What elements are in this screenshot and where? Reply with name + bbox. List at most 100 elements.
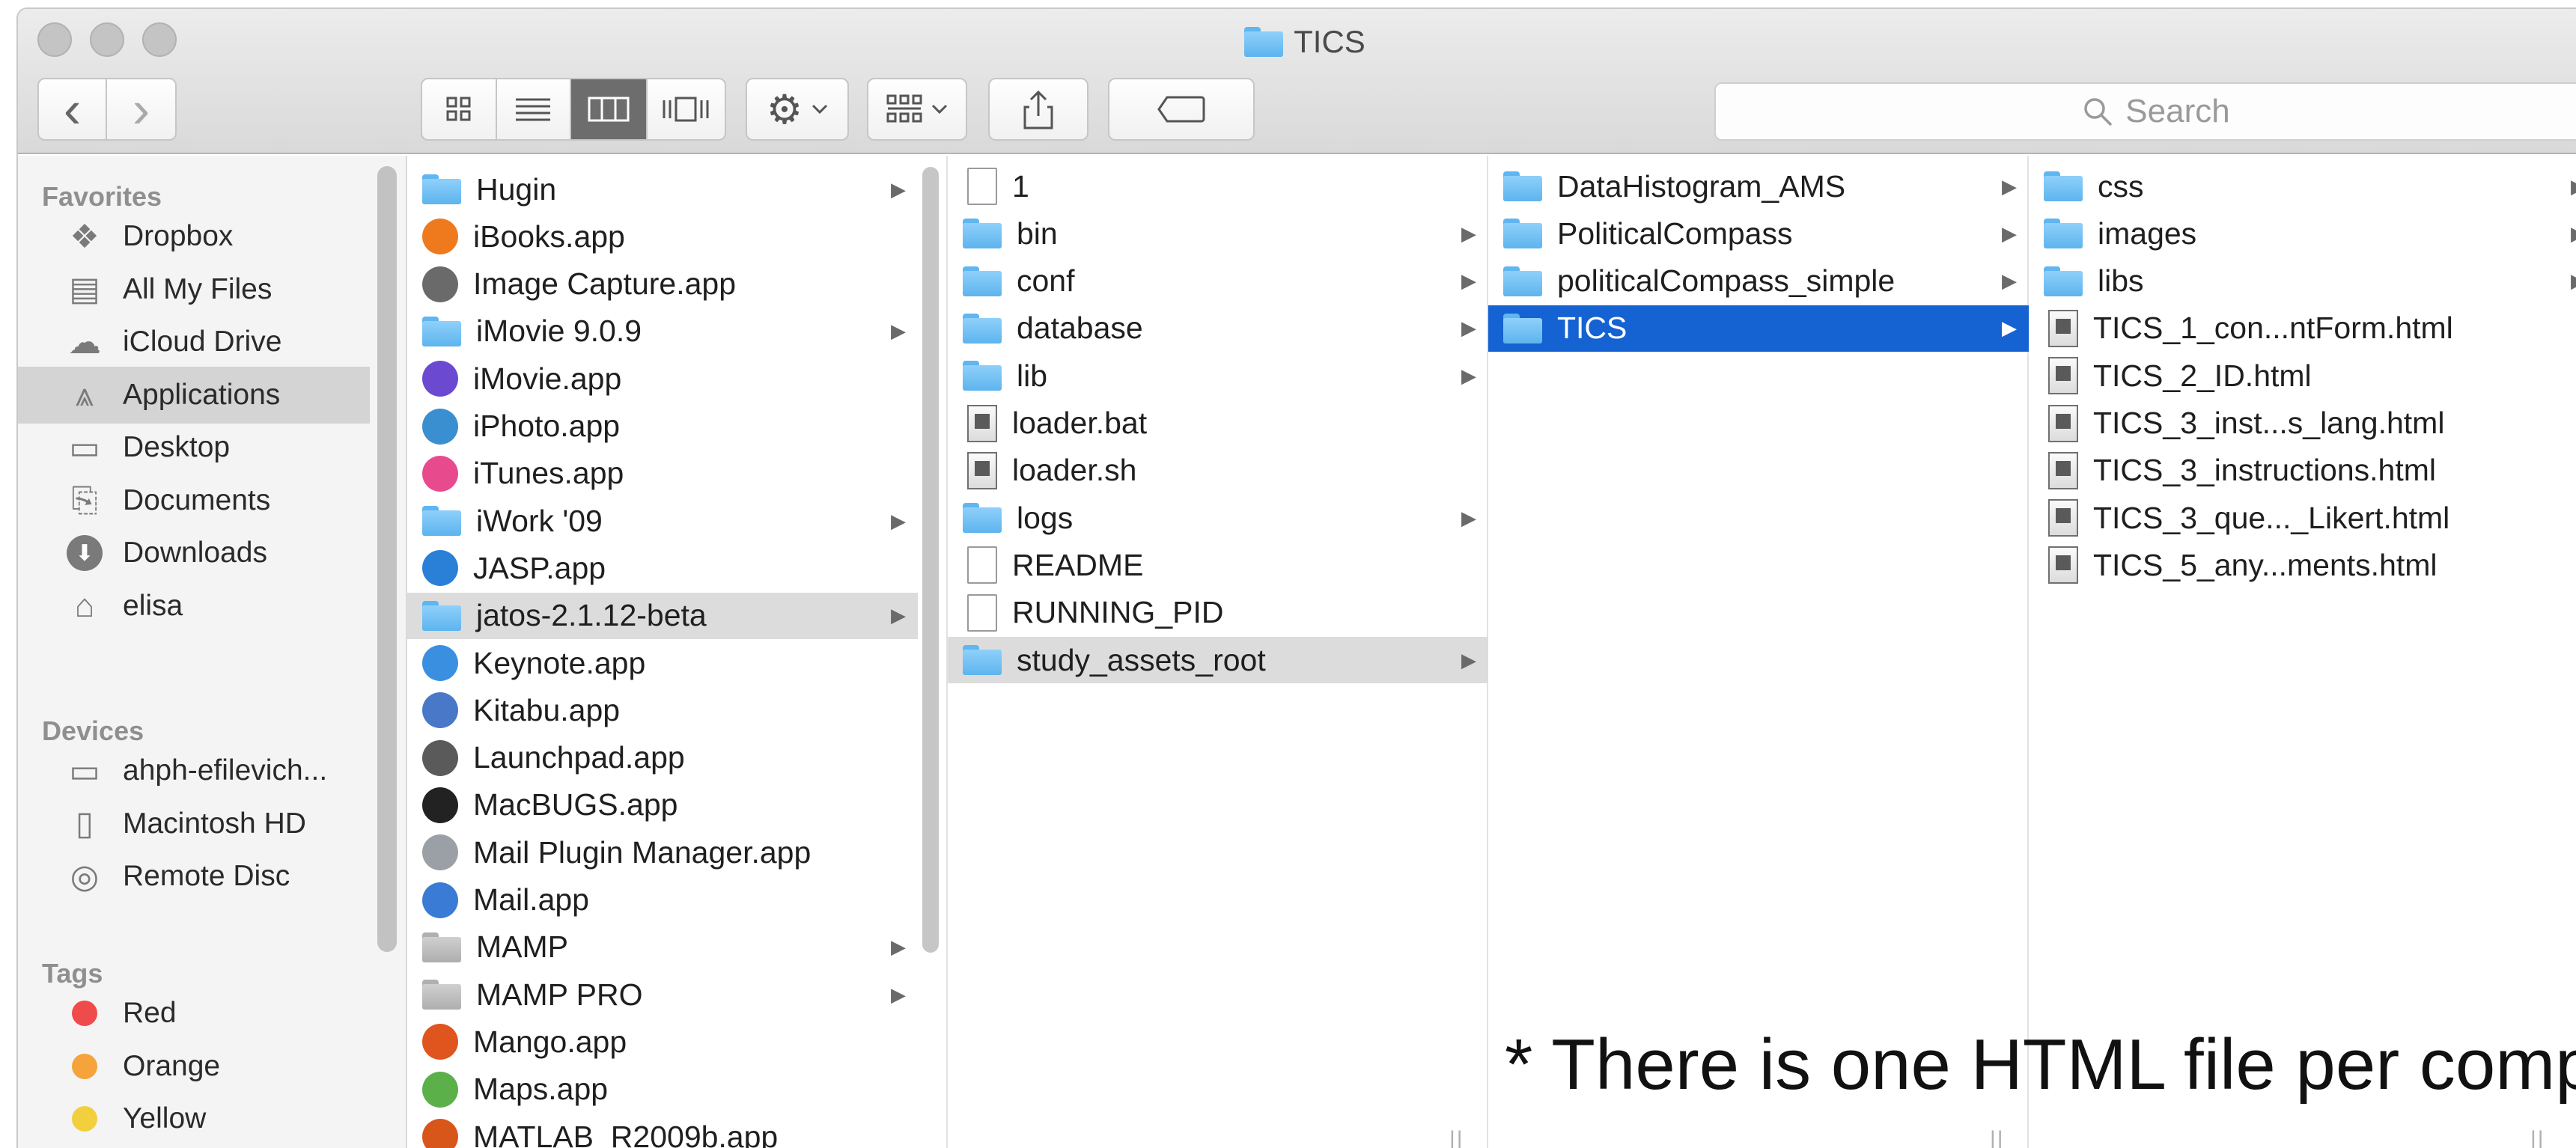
column-jatos: || 1 bin ▶ conf ▶ database ▶ lib ▶ loader.bat load… (948, 156, 1488, 1148)
file-row-mail-plugin-manager-app[interactable]: Mail Plugin Manager.app (407, 829, 918, 876)
sidebar-item-remote-disc[interactable]: ◎ Remote Disc (18, 848, 370, 905)
action-menu-button[interactable]: ⚙ (746, 78, 849, 141)
file-row-jatos-2-1-12-beta[interactable]: jatos-2.1.12-beta ▶ (407, 592, 918, 639)
file-row-macbugs-app[interactable]: MacBUGS.app (407, 782, 918, 828)
file-row-politicalcompass[interactable]: PoliticalCompass ▶ (1488, 210, 2029, 257)
sidebar-item-macintosh-hd[interactable]: ▯ Macintosh HD (18, 796, 370, 852)
file-name-label: MacBUGS.app (473, 787, 678, 822)
chevron-left-icon: ‹ (63, 80, 82, 138)
file-row-jasp-app[interactable]: JASP.app (407, 545, 918, 591)
file-row-datahistogram-ams[interactable]: DataHistogram_AMS ▶ (1488, 163, 2029, 210)
file-row-tics-3-inst-s-lang-html[interactable]: TICS_3_inst...s_lang.html (2029, 400, 2576, 447)
sidebar-item-label: Applications (123, 378, 281, 411)
file-row-matlab-r2009b-app[interactable]: MATLAB_R2009b.app (407, 1114, 918, 1148)
sidebar-item-documents[interactable]: ⎘ Documents (18, 472, 370, 529)
file-row-images[interactable]: images ▶ (2029, 210, 2576, 257)
file-row-lib[interactable]: lib ▶ (948, 352, 1488, 399)
folder-icon (963, 361, 1002, 391)
sidebar-item-red[interactable]: Red (18, 985, 370, 1042)
column-applications: Hugin ▶ iBooks.app Image Capture.app iMovie … (407, 156, 948, 1148)
file-row-mail-app[interactable]: Mail.app (407, 877, 918, 923)
folder-icon (422, 980, 461, 1010)
file-row-conf[interactable]: conf ▶ (948, 258, 1488, 305)
column-view-button[interactable] (571, 79, 648, 139)
file-row-libs[interactable]: libs ▶ (2029, 258, 2576, 305)
sidebar-item-dropbox[interactable]: ❖ Dropbox (18, 208, 370, 265)
file-row-keynote-app[interactable]: Keynote.app (407, 640, 918, 686)
file-row-kitabu-app[interactable]: Kitabu.app (407, 687, 918, 733)
sidebar-item-elisa[interactable]: ⌂ elisa (18, 578, 370, 635)
application-icon (422, 692, 458, 729)
sidebar-item-yellow[interactable]: Yellow (18, 1090, 370, 1147)
folder-icon (2044, 219, 2083, 249)
cover-flow-button[interactable] (648, 79, 725, 139)
file-row-mamp[interactable]: MAMP ▶ (407, 924, 918, 971)
file-row-tics[interactable]: TICS ▶ (1488, 305, 2029, 352)
disclosure-arrow-icon: ▶ (2002, 222, 2017, 245)
back-button[interactable]: ‹ (39, 79, 108, 139)
sidebar-item-ahph-efilevich[interactable]: ▭ ahph-efilevich... (18, 742, 370, 799)
file-row-loader-sh[interactable]: loader.sh (948, 448, 1488, 494)
home-icon: ⌂ (74, 587, 95, 624)
column-resize-handle[interactable]: || (1990, 1127, 2005, 1148)
file-row-database[interactable]: database ▶ (948, 305, 1488, 352)
file-row-mango-app[interactable]: Mango.app (407, 1019, 918, 1065)
file-row-loader-bat[interactable]: loader.bat (948, 400, 1488, 447)
dropbox-icon: ❖ (70, 218, 100, 255)
file-row-ibooks-app[interactable]: iBooks.app (407, 213, 918, 260)
sidebar-item-orange[interactable]: Orange (18, 1038, 370, 1095)
folder-icon (963, 313, 1002, 344)
column-resize-handle[interactable]: || (2530, 1127, 2545, 1148)
sidebar-item-icloud-drive[interactable]: ☁ iCloud Drive (18, 314, 370, 370)
file-name-label: 1 (1012, 168, 1029, 204)
file-row-launchpad-app[interactable]: Launchpad.app (407, 735, 918, 781)
file-row-image-capture-app[interactable]: Image Capture.app (407, 261, 918, 308)
file-row-1[interactable]: 1 (948, 163, 1488, 210)
share-button[interactable] (988, 78, 1088, 141)
arrange-menu-button[interactable] (867, 78, 967, 141)
file-row-logs[interactable]: logs ▶ (948, 495, 1488, 541)
file-row-imovie-app[interactable]: iMovie.app (407, 355, 918, 402)
file-row-hugin[interactable]: Hugin ▶ (407, 166, 918, 213)
disclosure-arrow-icon: ▶ (891, 935, 906, 959)
application-icon (422, 645, 458, 681)
sidebar-item-downloads[interactable]: ⬇ Downloads (18, 525, 370, 581)
file-row-tics-3-que-likert-html[interactable]: TICS_3_que..._Likert.html (2029, 495, 2576, 541)
file-name-label: libs (2098, 263, 2144, 299)
file-name-label: README (1012, 547, 1144, 582)
file-row-tics-3-instructions-html[interactable]: TICS_3_instructions.html (2029, 448, 2576, 494)
file-row-tics-1-con-ntform-html[interactable]: TICS_1_con...ntForm.html (2029, 305, 2576, 352)
file-row-tics-2-id-html[interactable]: TICS_2_ID.html (2029, 352, 2576, 399)
sidebar-item-applications[interactable]: ⩓ Applications (18, 366, 370, 424)
application-icon (422, 408, 458, 445)
file-row-imovie-9-0-9[interactable]: iMovie 9.0.9 ▶ (407, 308, 918, 355)
sidebar-item-desktop[interactable]: ▭ Desktop (18, 419, 370, 476)
file-row-study-assets-root[interactable]: study_assets_root ▶ (948, 637, 1488, 683)
disclosure-arrow-icon: ▶ (2571, 269, 2576, 293)
sidebar-item-all-my-files[interactable]: ▤ All My Files (18, 261, 370, 318)
file-row-tics-5-any-ments-html[interactable]: TICS_5_any...ments.html (2029, 542, 2576, 588)
file-row-maps-app[interactable]: Maps.app (407, 1066, 918, 1113)
file-row-iphoto-app[interactable]: iPhoto.app (407, 403, 918, 450)
list-view-button[interactable] (497, 79, 572, 139)
forward-button[interactable]: › (107, 79, 175, 139)
column-resize-handle[interactable]: || (1449, 1127, 1464, 1148)
file-row-politicalcompass-simple[interactable]: politicalCompass_simple ▶ (1488, 258, 2029, 305)
file-row-readme[interactable]: README (948, 542, 1488, 588)
edit-tags-button[interactable] (1108, 78, 1255, 141)
icon-view-button[interactable] (422, 79, 497, 139)
search-field[interactable]: Search (1714, 82, 2576, 141)
file-row-mamp-pro[interactable]: MAMP PRO ▶ (407, 971, 918, 1018)
folder-icon (963, 645, 1002, 675)
file-row-running-pid[interactable]: RUNNING_PID (948, 590, 1488, 636)
file-name-label: TICS_3_instructions.html (2093, 453, 2437, 488)
file-row-iwork-09[interactable]: iWork '09 ▶ (407, 498, 918, 544)
file-row-bin[interactable]: bin ▶ (948, 210, 1488, 257)
html-file-icon (2048, 499, 2078, 537)
sidebar-scrollbar[interactable] (377, 166, 397, 952)
applications-scrollbar[interactable] (922, 167, 939, 953)
cover-flow-icon (663, 97, 709, 122)
disclosure-arrow-icon: ▶ (1461, 317, 1476, 340)
file-row-itunes-app[interactable]: iTunes.app (407, 451, 918, 497)
file-row-css[interactable]: css ▶ (2029, 163, 2576, 210)
